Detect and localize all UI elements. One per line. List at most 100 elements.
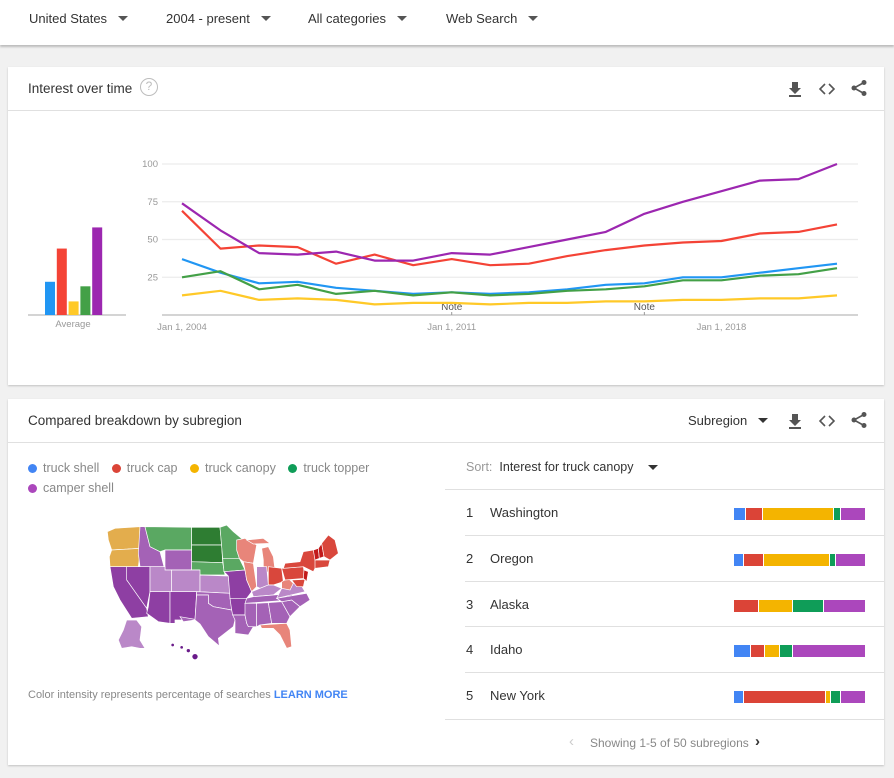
state-oregon[interactable] — [108, 547, 142, 567]
share-stacked-bar — [734, 508, 865, 520]
filter-category[interactable]: All categories — [308, 11, 408, 26]
state-ohio[interactable] — [268, 566, 284, 586]
state-colorado[interactable] — [171, 569, 201, 592]
rank-number: 1 — [466, 505, 474, 520]
subregion-name[interactable]: Oregon — [490, 551, 533, 566]
y-tick-label: 25 — [147, 272, 158, 283]
sort-select[interactable]: Sort: Interest for truck canopy — [466, 460, 658, 474]
previous-page-icon[interactable]: ‹ — [569, 733, 574, 750]
share-icon[interactable] — [850, 411, 868, 429]
download-icon[interactable] — [786, 80, 804, 98]
state-alaska[interactable] — [117, 619, 146, 649]
legend-item-truck-cap[interactable]: truck cap — [111, 459, 177, 478]
state-maine[interactable] — [321, 534, 339, 561]
subregion-name[interactable]: Washington — [490, 505, 558, 520]
chevron-down-icon — [758, 418, 769, 423]
legend-item-truck-topper[interactable]: truck topper — [288, 459, 369, 478]
list-item[interactable]: 5 New York — [465, 673, 884, 719]
footnote-text: Color intensity represents percentage of… — [28, 689, 271, 701]
embed-code-icon[interactable] — [818, 412, 836, 430]
subregion-name[interactable]: New York — [490, 688, 545, 703]
share-segment-camper-shell — [841, 508, 865, 520]
share-segment-camper-shell — [836, 553, 865, 566]
state-wyoming[interactable] — [164, 549, 192, 571]
state-washington[interactable] — [106, 526, 142, 551]
interest-line-chart: 25 50 75 100 Jan 1, 2004 Jan 1, 2011 Jan 1, 20… — [28, 159, 858, 333]
chevron-down-icon — [260, 16, 271, 21]
share-segment-truck-cap — [734, 599, 759, 612]
state-kansas[interactable] — [199, 574, 231, 594]
note-annotation[interactable]: Note — [634, 302, 656, 313]
series-legend: truck shell truck cap truck canopy truck… — [28, 459, 448, 499]
legend-dot — [189, 464, 199, 473]
state-hawaii[interactable] — [171, 643, 174, 647]
legend-dot — [288, 464, 298, 473]
list-item[interactable]: 1 Washington — [465, 490, 884, 536]
state-florida[interactable] — [259, 622, 293, 649]
next-page-icon[interactable]: › — [755, 733, 760, 750]
legend-item-camper-shell[interactable]: camper shell — [28, 479, 114, 498]
filter-time-label: 2004 - present — [166, 11, 250, 26]
y-tick-label: 50 — [147, 235, 158, 246]
series-line-truck-cap[interactable] — [181, 210, 838, 267]
filter-region[interactable]: United States — [29, 11, 129, 26]
state-indiana[interactable] — [256, 566, 269, 589]
share-segment-truck-topper — [830, 691, 842, 704]
share-segment-truck-cap — [744, 691, 826, 704]
legend-item-truck-canopy[interactable]: truck canopy — [189, 459, 276, 478]
state-montana[interactable] — [144, 526, 192, 553]
share-icon[interactable] — [850, 79, 868, 97]
average-bar-truck-shell[interactable] — [45, 281, 55, 315]
share-segment-truck-shell — [734, 691, 745, 704]
state-arkansas[interactable] — [229, 598, 248, 616]
us-subregion-map[interactable] — [100, 520, 350, 665]
state-north-dakota[interactable] — [191, 527, 223, 546]
legend-label: camper shell — [43, 481, 114, 495]
subregion-name[interactable]: Alaska — [490, 597, 529, 612]
share-segment-truck-topper — [833, 508, 842, 520]
state-utah[interactable] — [149, 566, 172, 592]
state-arizona[interactable] — [146, 591, 171, 624]
subregion-rank-list: 1 Washington 2 Oregon 3 Alaska 4 Idaho 5… — [445, 489, 884, 719]
list-item[interactable]: 2 Oregon — [465, 536, 884, 582]
help-icon[interactable]: ? — [140, 78, 158, 96]
subregion-select[interactable]: Subregion — [688, 413, 769, 428]
subregion-name[interactable]: Idaho — [490, 642, 523, 657]
sort-label: Sort: — [466, 460, 493, 474]
share-segment-truck-topper — [779, 645, 793, 658]
state-southern-new-england[interactable] — [314, 559, 331, 569]
share-segment-camper-shell — [841, 691, 865, 704]
state-mississippi[interactable] — [244, 603, 257, 627]
share-stacked-bar — [734, 691, 865, 704]
x-tick-label: Jan 1, 2004 — [157, 322, 207, 333]
embed-code-icon[interactable] — [818, 80, 836, 98]
list-item[interactable]: 4 Idaho — [465, 627, 884, 674]
share-stacked-bar — [734, 553, 865, 566]
learn-more-link[interactable]: LEARN MORE — [274, 689, 348, 701]
legend-item-truck-shell[interactable]: truck shell — [28, 459, 99, 478]
filter-search-type[interactable]: Web Search — [446, 11, 539, 26]
chevron-down-icon — [397, 16, 408, 21]
y-tick-label: 100 — [142, 159, 158, 170]
card-title: Compared breakdown by subregion — [28, 413, 242, 428]
state-pennsylvania[interactable] — [281, 566, 306, 581]
list-item[interactable]: 3 Alaska — [465, 582, 884, 628]
state-hawaii[interactable] — [186, 649, 190, 653]
filter-time-range[interactable]: 2004 - present — [166, 11, 271, 26]
card-title: Interest over time — [28, 81, 133, 96]
average-bar-truck-canopy[interactable] — [68, 301, 79, 315]
share-stacked-bar — [734, 599, 865, 612]
x-tick-label: Jan 1, 2018 — [697, 322, 747, 333]
card-header: Interest over time ? — [8, 67, 884, 111]
legend-label: truck shell — [43, 461, 100, 475]
state-hawaii[interactable] — [192, 654, 198, 660]
legend-dot — [28, 464, 37, 473]
average-bar-truck-cap[interactable] — [56, 248, 67, 315]
state-south-dakota[interactable] — [191, 544, 224, 564]
average-bar-truck-topper[interactable] — [80, 286, 91, 315]
download-icon[interactable] — [786, 412, 804, 430]
filter-category-label: All categories — [308, 11, 387, 26]
rank-number: 2 — [466, 550, 474, 566]
average-bar-camper-shell[interactable] — [92, 227, 103, 315]
state-hawaii[interactable] — [180, 646, 183, 649]
